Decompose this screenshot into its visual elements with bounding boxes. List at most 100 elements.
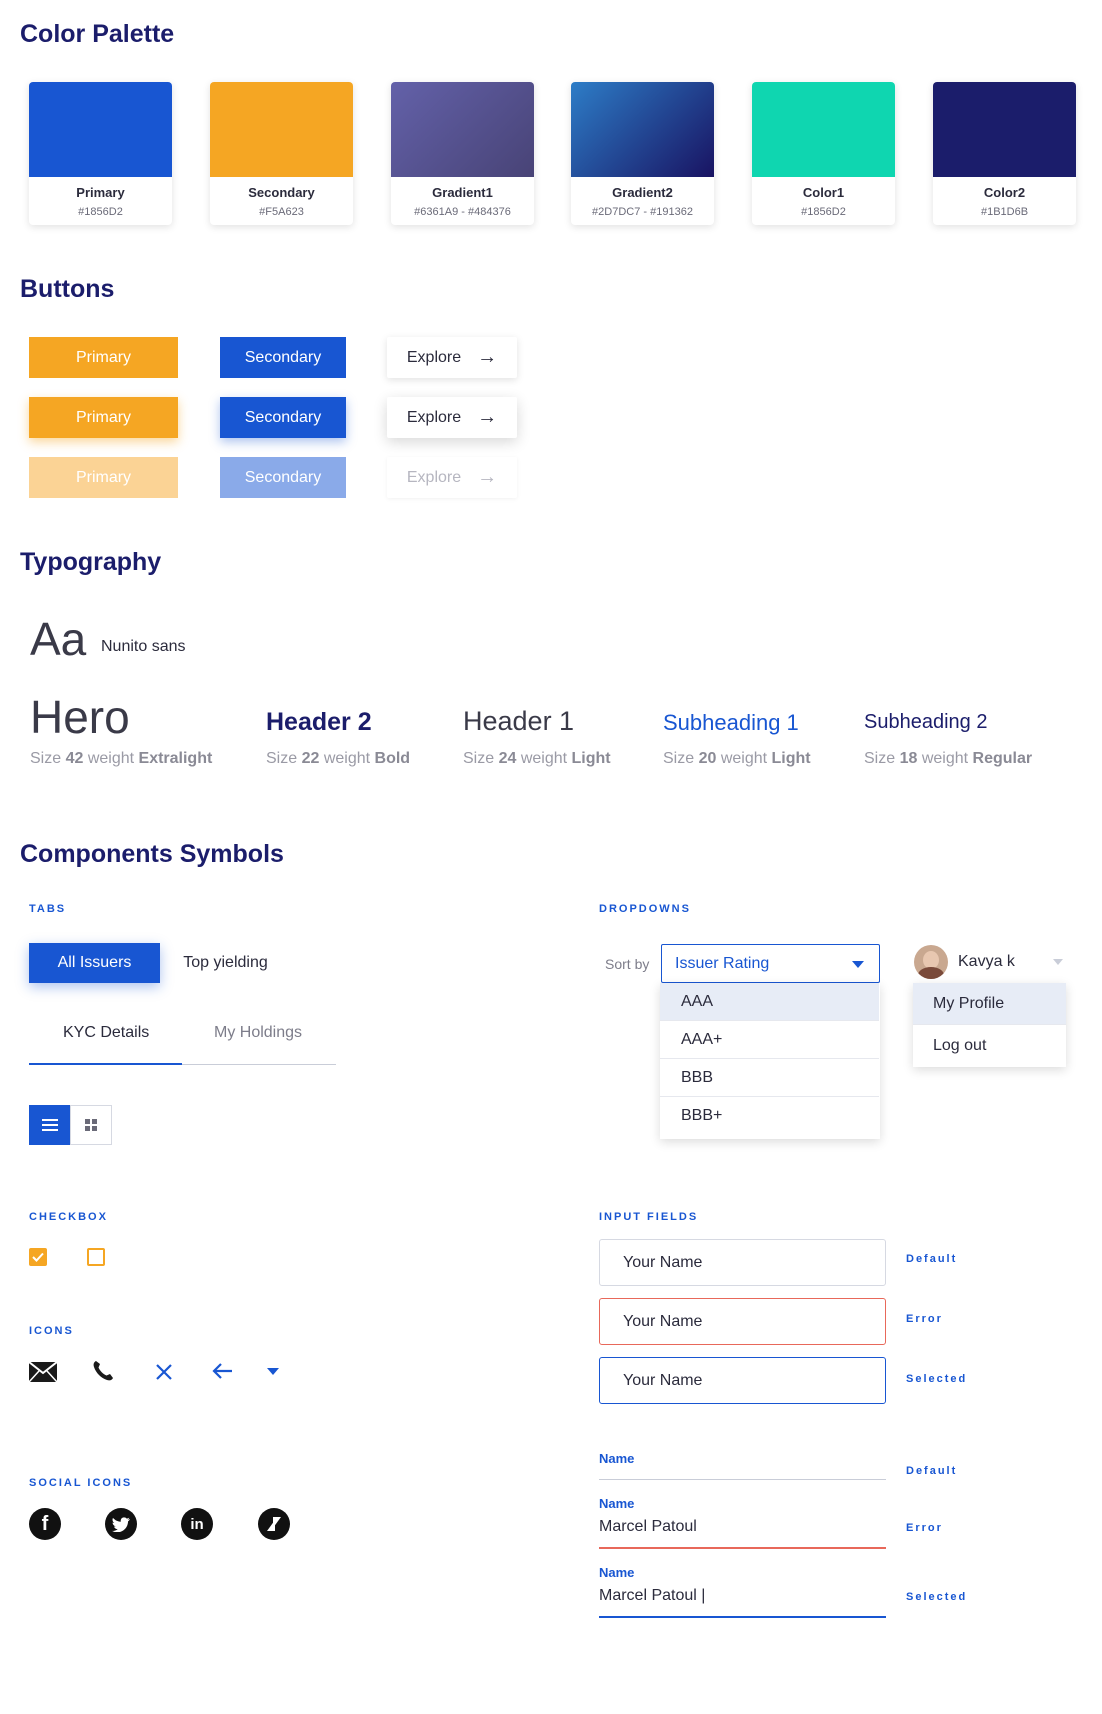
underline-input-default[interactable] [599, 1479, 886, 1480]
grid-view-toggle[interactable] [70, 1105, 112, 1145]
user-menu-log-out[interactable]: Log out [913, 1025, 1066, 1067]
typo-caption-part: Size [864, 750, 900, 767]
color-swatch-secondary: Secondary #F5A623 [210, 82, 353, 225]
explore-button[interactable]: Explore → [387, 337, 517, 378]
swatch-name: Gradient2 [612, 185, 673, 200]
underline-input-value[interactable]: Marcel Patoul | [599, 1587, 705, 1605]
swatch-hex: #1856D2 [78, 206, 123, 218]
primary-button-disabled[interactable]: Primary [29, 457, 178, 498]
underline-input-error[interactable] [599, 1547, 886, 1549]
color-swatch-color2: Color2 #1B1D6B [933, 82, 1076, 225]
state-label-error: Error [906, 1522, 943, 1534]
section-title-buttons: Buttons [20, 275, 115, 303]
typo-caption-part: Size [266, 750, 302, 767]
color-swatch-gradient2: Gradient2 #2D7DC7 - #191362 [571, 82, 714, 225]
swatch-color-fill [29, 82, 172, 177]
underline-input-label: Name [599, 1451, 635, 1466]
swatch-name: Secondary [248, 185, 315, 200]
typo-subheading2-sample: Subheading 2 [864, 711, 988, 733]
facebook-icon[interactable]: f [29, 1508, 61, 1540]
underline-input-value[interactable]: Marcel Patoul [599, 1518, 697, 1536]
dropdown-option[interactable]: AAA+ [660, 1021, 879, 1059]
typo-caption: Size 18 weight Regular [864, 750, 1032, 768]
state-label-error: Error [906, 1313, 943, 1325]
typo-caption-part: Extralight [138, 750, 213, 767]
typo-caption-part: Size [663, 750, 699, 767]
name-input-selected[interactable]: Your Name [599, 1357, 886, 1404]
explore-button-label: Explore [406, 408, 462, 426]
state-label-selected: Selected [906, 1373, 968, 1385]
twitter-bird-glyph [112, 1516, 130, 1532]
swatch-color-fill [571, 82, 714, 177]
input-fields-label: INPUT FIELDS [599, 1211, 699, 1223]
twitter-icon[interactable] [105, 1508, 137, 1540]
issuer-rating-dropdown[interactable]: Issuer Rating [661, 944, 880, 983]
typo-caption-part: 22 [301, 750, 320, 767]
typo-caption-part: weight [83, 750, 139, 767]
caret-down-icon [852, 961, 864, 968]
tab-all-issuers[interactable]: All Issuers [29, 943, 160, 983]
typo-caption-part: Size [30, 750, 66, 767]
primary-button[interactable]: Primary [29, 337, 178, 378]
dropdown-option[interactable]: BBB+ [660, 1097, 879, 1135]
typo-caption-part: Light [571, 750, 611, 767]
dropdown-option[interactable]: BBB [660, 1059, 879, 1097]
typo-subheading1-sample: Subheading 1 [663, 710, 799, 735]
phone-icon[interactable] [91, 1359, 115, 1383]
typo-caption-part: Regular [972, 750, 1033, 767]
typo-header1-sample: Header 1 [463, 706, 575, 736]
swatch-color-fill [752, 82, 895, 177]
font-family-name: Nunito sans [101, 638, 186, 655]
tab-my-holdings[interactable]: My Holdings [214, 1024, 302, 1042]
swatch-color-fill [933, 82, 1076, 177]
icons-label: ICONS [29, 1325, 74, 1337]
zendesk-icon[interactable] [258, 1508, 290, 1540]
sort-by-label: Sort by [605, 956, 650, 972]
user-name[interactable]: Kavya k [958, 953, 1015, 971]
color-swatch-color1: Color1 #1856D2 [752, 82, 895, 225]
swatch-color-fill [391, 82, 534, 177]
dropdowns-label: DROPDOWNS [599, 903, 691, 915]
secondary-button-hover[interactable]: Secondary [220, 397, 346, 438]
list-view-toggle[interactable] [29, 1105, 70, 1145]
typo-hero-sample: Hero [30, 691, 130, 743]
checkmark-icon [32, 1252, 44, 1262]
typo-caption-part: 24 [498, 750, 517, 767]
color-swatch-primary: Primary #1856D2 [29, 82, 172, 225]
primary-button-hover[interactable]: Primary [29, 397, 178, 438]
checkbox-unchecked[interactable] [87, 1248, 105, 1266]
swatch-hex: #F5A623 [259, 206, 304, 218]
typo-caption-part: weight [917, 750, 973, 767]
underline-input-selected[interactable] [599, 1616, 886, 1618]
tab-active-indicator [29, 1063, 182, 1065]
zendesk-glyph [267, 1517, 281, 1531]
typo-caption: Size 24 weight Light [463, 750, 611, 768]
caret-down-icon[interactable] [267, 1368, 279, 1375]
tab-top-yielding[interactable]: Top yielding [160, 943, 291, 983]
secondary-button[interactable]: Secondary [220, 337, 346, 378]
explore-button-hover[interactable]: Explore → [387, 397, 517, 438]
arrow-left-icon[interactable] [211, 1362, 233, 1380]
name-input-default[interactable]: Your Name [599, 1239, 886, 1286]
close-icon[interactable] [155, 1363, 173, 1381]
mail-icon[interactable] [29, 1362, 57, 1382]
explore-button-disabled[interactable]: Explore → [387, 457, 517, 498]
state-label-default: Default [906, 1253, 958, 1265]
arrow-right-icon: → [477, 406, 498, 428]
secondary-button-disabled[interactable]: Secondary [220, 457, 346, 498]
underline-input-label: Name [599, 1565, 635, 1580]
linkedin-icon[interactable]: in [181, 1508, 213, 1540]
caret-down-icon[interactable] [1053, 959, 1063, 965]
user-menu-my-profile[interactable]: My Profile [913, 983, 1066, 1025]
typo-caption-part: 18 [899, 750, 918, 767]
avatar[interactable] [914, 945, 948, 979]
typo-caption: Size 22 weight Bold [266, 750, 410, 768]
dropdown-option[interactable]: AAA [660, 983, 879, 1021]
tab-kyc-details[interactable]: KYC Details [63, 1024, 149, 1042]
typo-caption: Size 42 weight Extralight [30, 750, 212, 768]
typo-caption: Size 20 weight Light [663, 750, 811, 768]
name-input-error[interactable]: Your Name [599, 1298, 886, 1345]
typo-caption-part: weight [716, 750, 772, 767]
swatch-hex: #1856D2 [801, 206, 846, 218]
checkbox-checked[interactable] [29, 1248, 47, 1266]
